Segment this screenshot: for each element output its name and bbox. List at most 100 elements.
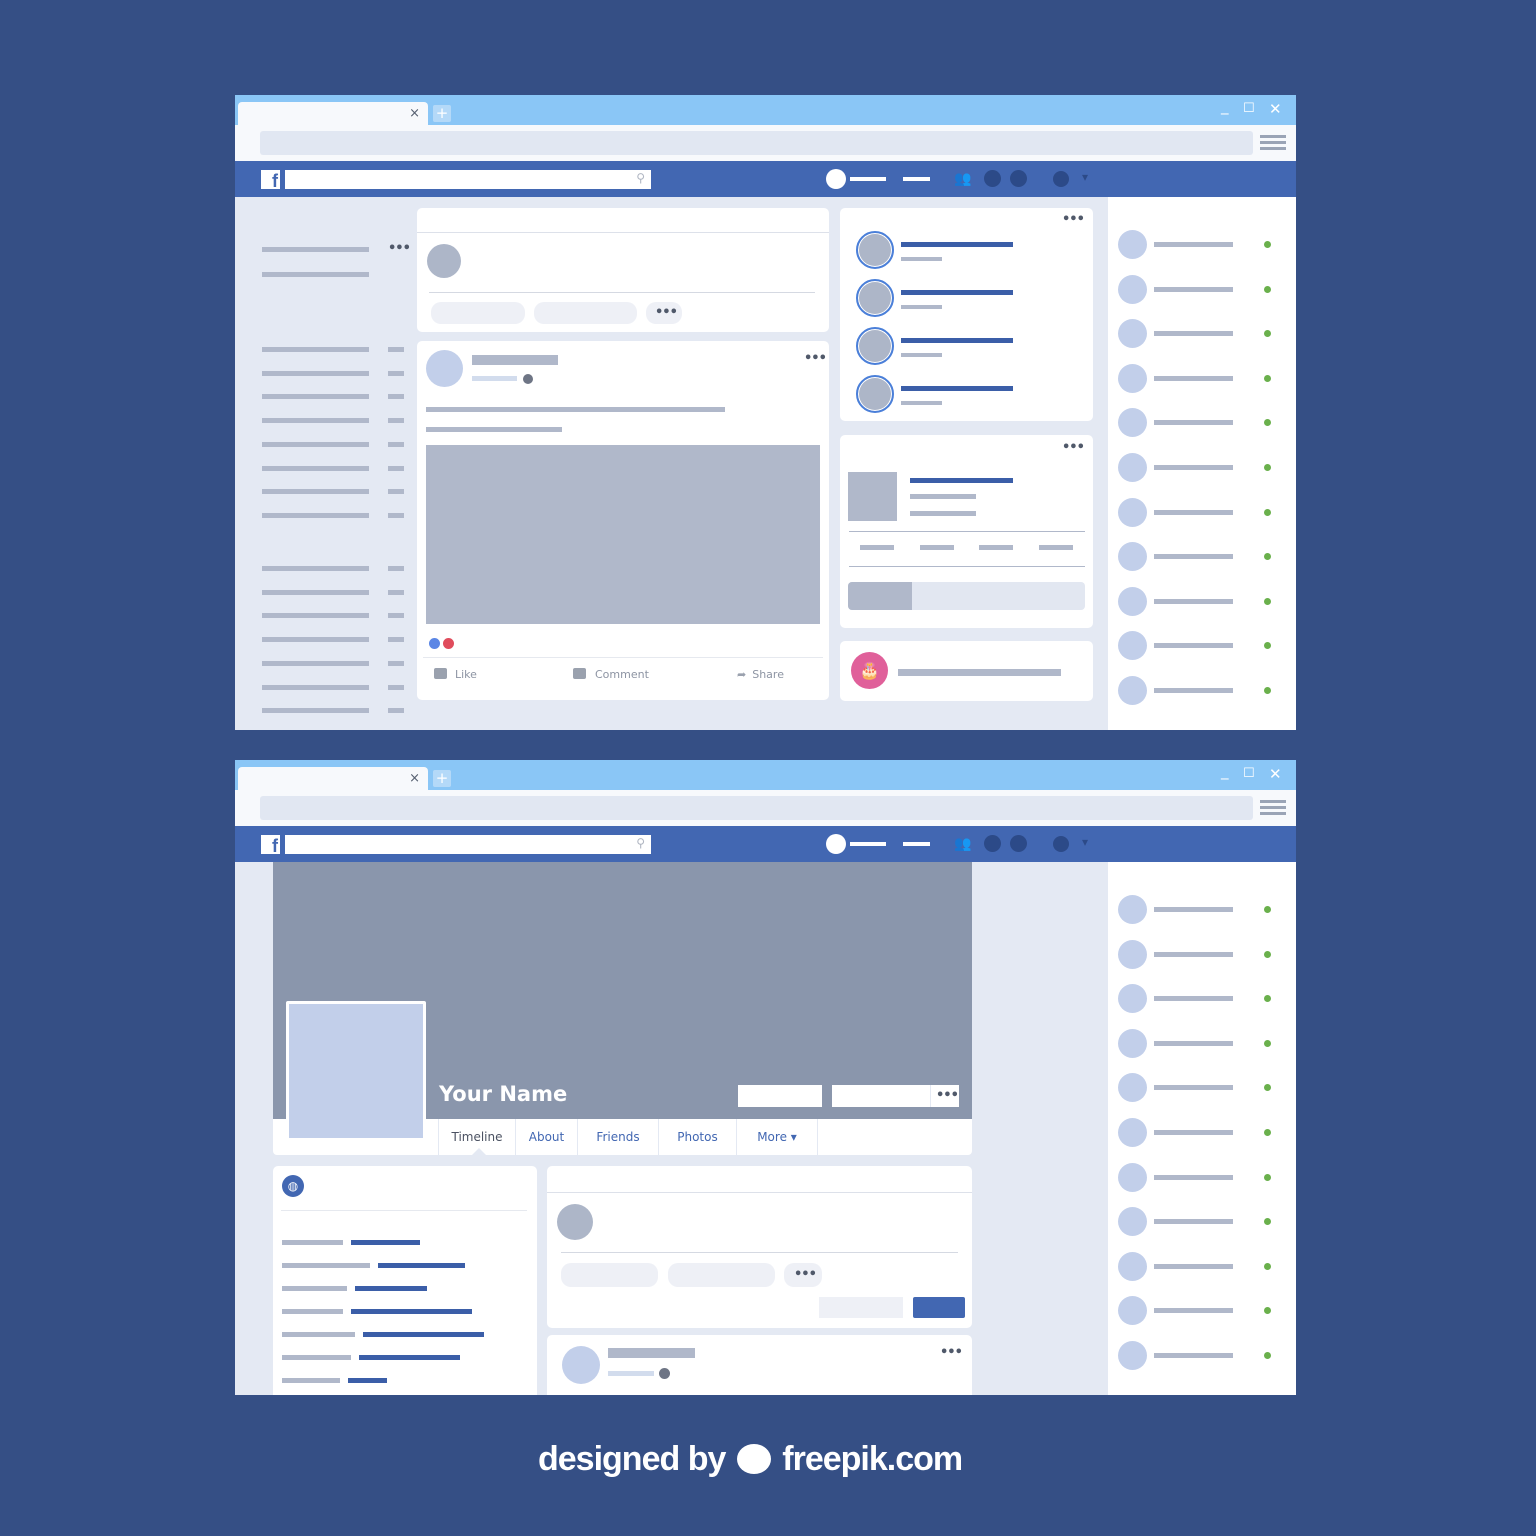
new-tab-button[interactable]: + bbox=[433, 770, 451, 787]
tab-more[interactable]: More ▾ bbox=[737, 1119, 818, 1155]
sidebar-item[interactable] bbox=[262, 347, 369, 352]
close-window-button[interactable]: ✕ bbox=[1269, 100, 1282, 118]
composer-input[interactable] bbox=[561, 1252, 958, 1253]
contact-item[interactable] bbox=[1108, 408, 1296, 438]
sidebar-item[interactable] bbox=[262, 613, 369, 619]
notifications-globe-icon[interactable] bbox=[1010, 835, 1027, 852]
share-button[interactable]: ➦ Share bbox=[737, 668, 784, 681]
page-thumbnail[interactable] bbox=[848, 472, 897, 521]
audience-selector[interactable] bbox=[819, 1297, 903, 1318]
search-input[interactable]: ⚲ bbox=[285, 170, 651, 189]
account-avatar[interactable] bbox=[1053, 836, 1069, 852]
address-bar[interactable] bbox=[260, 796, 1253, 820]
menu-icon[interactable] bbox=[1260, 800, 1286, 816]
intro-value[interactable] bbox=[359, 1355, 460, 1360]
notifications-globe-icon[interactable] bbox=[1010, 170, 1027, 187]
menu-icon[interactable] bbox=[1260, 135, 1286, 151]
maximize-button[interactable]: ☐ bbox=[1243, 766, 1255, 781]
author-name[interactable] bbox=[608, 1348, 695, 1358]
tab-photos[interactable]: Photos bbox=[659, 1119, 737, 1155]
contact-item[interactable] bbox=[1108, 542, 1296, 572]
contact-item[interactable] bbox=[1108, 319, 1296, 349]
messenger-icon[interactable] bbox=[984, 170, 1001, 187]
contact-item[interactable] bbox=[1108, 1207, 1296, 1237]
contact-item[interactable] bbox=[1108, 1162, 1296, 1193]
author-avatar[interactable] bbox=[562, 1346, 600, 1384]
tab-friends[interactable]: Friends bbox=[578, 1119, 659, 1155]
minimize-button[interactable]: _ bbox=[1221, 97, 1229, 115]
suggestion-name[interactable] bbox=[901, 386, 1013, 391]
sidebar-item[interactable] bbox=[262, 708, 369, 714]
author-avatar[interactable] bbox=[426, 350, 463, 387]
intro-value[interactable] bbox=[355, 1286, 427, 1291]
facebook-logo[interactable]: f bbox=[261, 170, 280, 191]
friends-icon[interactable]: 👥 bbox=[954, 836, 974, 852]
sidebar-item[interactable] bbox=[262, 247, 369, 252]
composer-action-button[interactable] bbox=[561, 1263, 658, 1287]
intro-value[interactable] bbox=[363, 1332, 484, 1337]
intro-value[interactable] bbox=[351, 1309, 472, 1314]
sidebar-item[interactable] bbox=[262, 589, 369, 595]
home-link[interactable] bbox=[903, 177, 930, 181]
contact-item[interactable] bbox=[1108, 1341, 1296, 1371]
sidebar-item[interactable] bbox=[262, 441, 369, 447]
like-button[interactable]: Like bbox=[434, 668, 477, 681]
tab-about[interactable]: About bbox=[516, 1119, 578, 1155]
page-title[interactable] bbox=[910, 478, 1013, 483]
account-dropdown-icon[interactable]: ▾ bbox=[1082, 835, 1088, 849]
sidebar-item[interactable] bbox=[262, 370, 369, 376]
sidebar-item[interactable] bbox=[262, 272, 369, 277]
contact-item[interactable] bbox=[1108, 1296, 1296, 1326]
author-name[interactable] bbox=[472, 355, 558, 365]
composer-more-button[interactable]: ••• bbox=[646, 302, 682, 324]
suggestion-name[interactable] bbox=[901, 290, 1013, 295]
account-dropdown-icon[interactable]: ▾ bbox=[1082, 170, 1088, 184]
contact-item[interactable] bbox=[1108, 363, 1296, 394]
sidebar-item[interactable] bbox=[262, 512, 369, 518]
address-bar[interactable] bbox=[260, 131, 1253, 155]
search-input[interactable]: ⚲ bbox=[285, 835, 651, 854]
sidebar-item[interactable] bbox=[262, 637, 369, 643]
contact-item[interactable] bbox=[1108, 676, 1296, 706]
suggestion-avatar[interactable] bbox=[856, 231, 894, 269]
profile-picture[interactable] bbox=[286, 1001, 426, 1141]
facebook-logo[interactable]: f bbox=[261, 835, 280, 856]
contact-item[interactable] bbox=[1108, 895, 1296, 925]
messenger-icon[interactable] bbox=[984, 835, 1001, 852]
contact-item[interactable] bbox=[1108, 586, 1296, 617]
sidebar-item[interactable] bbox=[262, 394, 369, 400]
close-tab-icon[interactable]: × bbox=[409, 106, 420, 121]
more-icon[interactable]: ••• bbox=[1062, 440, 1085, 455]
birthday-text[interactable] bbox=[898, 669, 1061, 676]
friends-icon[interactable]: 👥 bbox=[954, 171, 974, 187]
sidebar-item[interactable] bbox=[262, 418, 369, 424]
suggestion-name[interactable] bbox=[901, 338, 1013, 343]
intro-value[interactable] bbox=[378, 1263, 465, 1268]
post-image[interactable] bbox=[426, 445, 820, 624]
intro-value[interactable] bbox=[351, 1240, 420, 1245]
sidebar-item[interactable] bbox=[262, 465, 369, 471]
more-icon[interactable]: ••• bbox=[388, 241, 411, 256]
contact-item[interactable] bbox=[1108, 453, 1296, 483]
close-window-button[interactable]: ✕ bbox=[1269, 765, 1282, 783]
post-options-icon[interactable]: ••• bbox=[804, 351, 827, 366]
contact-item[interactable] bbox=[1108, 1073, 1296, 1103]
add-friend-button[interactable] bbox=[738, 1085, 822, 1107]
suggestion-avatar[interactable] bbox=[856, 375, 894, 413]
more-icon[interactable]: ••• bbox=[1062, 212, 1085, 227]
home-link[interactable] bbox=[903, 842, 930, 846]
profile-avatar[interactable] bbox=[826, 834, 846, 854]
message-button[interactable] bbox=[832, 1085, 930, 1107]
profile-name[interactable] bbox=[850, 842, 886, 846]
comment-button[interactable]: Comment bbox=[573, 668, 649, 681]
account-avatar[interactable] bbox=[1053, 171, 1069, 187]
suggestion-name[interactable] bbox=[901, 242, 1013, 247]
maximize-button[interactable]: ☐ bbox=[1243, 101, 1255, 116]
sidebar-item[interactable] bbox=[262, 489, 369, 495]
contact-item[interactable] bbox=[1108, 631, 1296, 661]
suggestion-avatar[interactable] bbox=[856, 327, 894, 365]
sidebar-item[interactable] bbox=[262, 660, 369, 666]
post-options-icon[interactable]: ••• bbox=[940, 1345, 963, 1360]
composer-action-button[interactable] bbox=[534, 302, 637, 324]
contact-item[interactable] bbox=[1108, 497, 1296, 528]
